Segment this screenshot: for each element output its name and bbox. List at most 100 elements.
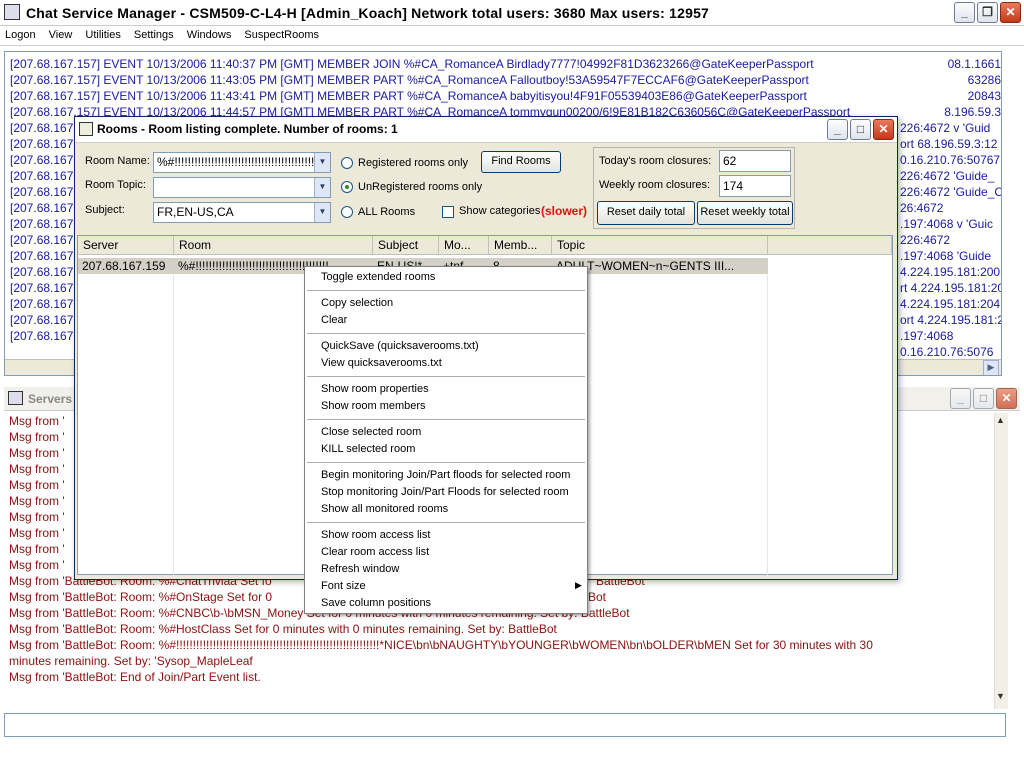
radio-unregistered-label: UnRegistered rooms only bbox=[358, 181, 483, 193]
menu-show-monitored-rooms[interactable]: Show all monitored rooms bbox=[321, 503, 448, 515]
todays-closures-label: Today's room closures: bbox=[599, 155, 712, 167]
room-name-combo[interactable]: %#!!!!!!!!!!!!!!!!!!!!!!!!!!!!!!!!!!!!!!… bbox=[153, 152, 331, 173]
menu-refresh-window[interactable]: Refresh window bbox=[321, 563, 399, 575]
subject-value: FR,EN-US,CA bbox=[157, 205, 234, 219]
command-input[interactable] bbox=[4, 713, 1006, 737]
submenu-arrow-icon: ▶ bbox=[575, 580, 582, 590]
scroll-down-icon[interactable]: ▼ bbox=[996, 691, 1005, 701]
log-line: [207.68.167.157] EVENT 10/13/2006 11:43:… bbox=[10, 73, 809, 87]
menu-utilities[interactable]: Utilities bbox=[80, 26, 125, 41]
log-fragment: 4.224.195.181:204 bbox=[900, 297, 1001, 311]
log-fragment: 226:4672 bbox=[900, 233, 951, 247]
log-fragment: 26:4672 bbox=[900, 201, 944, 215]
log-fragment: .197:4068 v 'Guic bbox=[900, 217, 994, 231]
context-menu: Toggle extended rooms Copy selection Cle… bbox=[304, 266, 588, 614]
radio-registered[interactable] bbox=[341, 157, 353, 169]
room-topic-combo[interactable]: ▼ bbox=[153, 177, 331, 198]
menu-stop-monitoring[interactable]: Stop monitoring Join/Part Floods for sel… bbox=[321, 486, 569, 498]
menu-show-room-members[interactable]: Show room members bbox=[321, 400, 426, 412]
msg-line: minutes remaining. Set by: 'Sysop_MapleL… bbox=[9, 654, 253, 668]
scroll-up-icon[interactable]: ▲ bbox=[996, 415, 1005, 425]
slower-note: (slower) bbox=[541, 204, 588, 218]
reset-weekly-button[interactable]: Reset weekly total bbox=[697, 201, 793, 225]
app-title: Chat Service Manager - CSM509-C-L4-H [Ad… bbox=[26, 5, 710, 21]
menu-begin-monitoring[interactable]: Begin monitoring Join/Part floods for se… bbox=[321, 469, 570, 481]
msg-line: Msg from 'BattleBot: Room: %#HostClass S… bbox=[9, 622, 557, 636]
scroll-right-icon[interactable]: ▶ bbox=[983, 360, 999, 375]
menu-windows[interactable]: Windows bbox=[182, 26, 237, 41]
grid-column-line bbox=[78, 275, 174, 575]
maximize-icon[interactable]: □ bbox=[973, 388, 994, 409]
log-fragment: ort 4.224.195.181:20 bbox=[900, 313, 1001, 327]
menu-logon[interactable]: Logon bbox=[0, 26, 41, 41]
col-topic[interactable]: Topic bbox=[552, 236, 768, 255]
show-categories-label: Show categories bbox=[459, 205, 541, 217]
msg-text: Msg from 'BattleBot: Room: %#OnStage Set… bbox=[9, 590, 273, 604]
radio-all-label: ALL Rooms bbox=[358, 206, 416, 218]
radio-unregistered[interactable] bbox=[341, 181, 353, 193]
restore-icon[interactable]: ❐ bbox=[977, 2, 998, 23]
menu-separator bbox=[307, 376, 585, 377]
msg-text: Bot bbox=[588, 590, 607, 604]
reset-daily-button[interactable]: Reset daily total bbox=[597, 201, 695, 225]
subject-combo[interactable]: FR,EN-US,CA ▼ bbox=[153, 202, 331, 223]
col-room[interactable]: Room bbox=[174, 236, 373, 255]
log-fragment: 08.1.1661 bbox=[901, 56, 1001, 72]
show-categories-checkbox[interactable] bbox=[442, 206, 454, 218]
col-empty bbox=[768, 236, 892, 255]
menu-clear[interactable]: Clear bbox=[321, 314, 347, 326]
subject-label: Subject: bbox=[85, 204, 125, 216]
status-area bbox=[0, 742, 1024, 768]
rooms-dialog-title: Rooms - Room listing complete. Number of… bbox=[97, 122, 398, 136]
menu-toggle-extended-rooms[interactable]: Toggle extended rooms bbox=[321, 271, 435, 283]
close-icon[interactable]: ✕ bbox=[996, 388, 1017, 409]
weekly-closures-field[interactable]: 174 bbox=[719, 175, 791, 197]
log-fragment: .197:4068 bbox=[900, 329, 954, 343]
minimize-icon[interactable]: _ bbox=[950, 388, 971, 409]
menu-show-room-properties[interactable]: Show room properties bbox=[321, 383, 429, 395]
menu-close-selected-room[interactable]: Close selected room bbox=[321, 426, 421, 438]
close-icon[interactable]: ✕ bbox=[873, 119, 894, 140]
cell-server[interactable]: 207.68.167.159 bbox=[78, 258, 174, 274]
log-line: [207.68.167.157] EVENT 10/13/2006 11:40:… bbox=[10, 57, 814, 71]
menu-suspectrooms[interactable]: SuspectRooms bbox=[239, 26, 324, 41]
menu-save-column-positions[interactable]: Save column positions bbox=[321, 597, 431, 609]
todays-closures-field[interactable]: 62 bbox=[719, 150, 791, 172]
chevron-down-icon[interactable]: ▼ bbox=[314, 153, 330, 172]
col-members[interactable]: Memb... bbox=[489, 236, 552, 255]
radio-registered-label: Registered rooms only bbox=[358, 157, 469, 169]
menu-show-access-list[interactable]: Show room access list bbox=[321, 529, 430, 541]
minimize-icon[interactable]: _ bbox=[827, 119, 848, 140]
menu-separator bbox=[307, 333, 585, 334]
room-name-label: Room Name: bbox=[85, 155, 150, 167]
menu-kill-selected-room[interactable]: KILL selected room bbox=[321, 443, 415, 455]
menu-separator bbox=[307, 419, 585, 420]
chevron-down-icon[interactable]: ▼ bbox=[314, 178, 330, 197]
radio-all-rooms[interactable] bbox=[341, 206, 353, 218]
menu-separator bbox=[307, 462, 585, 463]
maximize-icon[interactable]: □ bbox=[850, 119, 871, 140]
log-fragment: 226:4672 v 'Guid bbox=[900, 121, 991, 135]
menu-separator bbox=[307, 290, 585, 291]
menu-settings[interactable]: Settings bbox=[129, 26, 179, 41]
chevron-down-icon[interactable]: ▼ bbox=[314, 203, 330, 222]
message-vertical-scrollbar[interactable]: ▲ ▼ bbox=[994, 413, 1008, 709]
close-icon[interactable]: ✕ bbox=[1000, 2, 1021, 23]
col-server[interactable]: Server bbox=[78, 236, 174, 255]
find-rooms-button[interactable]: Find Rooms bbox=[481, 151, 561, 173]
menu-view-quicksave[interactable]: View quicksaverooms.txt bbox=[321, 357, 442, 369]
col-subject[interactable]: Subject bbox=[373, 236, 439, 255]
log-right-stubs: 226:4672 v 'Guid ort 68.196.59.3:12 0.16… bbox=[900, 120, 1001, 360]
weekly-closures-label: Weekly room closures: bbox=[599, 179, 711, 191]
log-fragment: 0.16.210.76:5076 bbox=[900, 345, 994, 359]
menu-view[interactable]: View bbox=[44, 26, 78, 41]
log-fragment: 0.16.210.76:50767 bbox=[900, 153, 1001, 167]
menu-bar: Logon View Utilities Settings Windows Su… bbox=[0, 26, 1024, 46]
col-mode[interactable]: Mo... bbox=[439, 236, 489, 255]
menu-copy-selection[interactable]: Copy selection bbox=[321, 297, 393, 309]
minimize-icon[interactable]: _ bbox=[954, 2, 975, 23]
menu-clear-access-list[interactable]: Clear room access list bbox=[321, 546, 429, 558]
log-fragment: ort 68.196.59.3:12 bbox=[900, 137, 998, 151]
menu-quicksave[interactable]: QuickSave (quicksaverooms.txt) bbox=[321, 340, 479, 352]
menu-font-size[interactable]: Font size bbox=[321, 580, 366, 592]
